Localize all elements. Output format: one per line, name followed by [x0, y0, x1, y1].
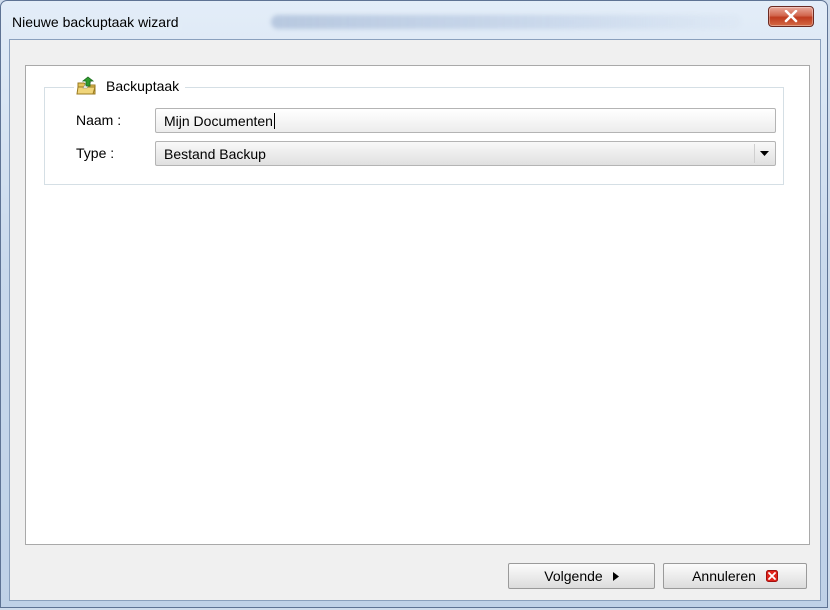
name-input[interactable]: Mijn Documenten	[155, 108, 776, 133]
arrow-right-icon	[612, 571, 619, 581]
type-select[interactable]: Bestand Backup	[155, 141, 776, 166]
name-label: Naam :	[76, 112, 122, 128]
text-cursor	[273, 113, 275, 129]
dropdown-button[interactable]	[754, 144, 773, 163]
blurred-background-text	[271, 15, 741, 29]
title-bar[interactable]: Nieuwe backuptaak wizard	[1, 1, 827, 39]
folder-upload-icon	[76, 76, 96, 95]
cancel-button-label: Annuleren	[692, 568, 756, 584]
next-button-label: Volgende	[544, 568, 603, 584]
cancel-button[interactable]: Annuleren	[663, 563, 807, 589]
chevron-down-icon	[759, 151, 769, 156]
cancel-icon	[765, 570, 778, 582]
backup-task-groupbox	[44, 87, 784, 185]
window-title: Nieuwe backuptaak wizard	[9, 14, 182, 30]
close-icon	[784, 10, 798, 23]
next-button[interactable]: Volgende	[508, 563, 655, 589]
type-select-value: Bestand Backup	[164, 146, 266, 162]
group-legend: Backuptaak	[74, 76, 186, 96]
name-input-value: Mijn Documenten	[164, 113, 273, 129]
type-label: Type :	[76, 145, 115, 161]
group-legend-label: Backuptaak	[106, 78, 180, 94]
close-button[interactable]	[768, 6, 814, 27]
